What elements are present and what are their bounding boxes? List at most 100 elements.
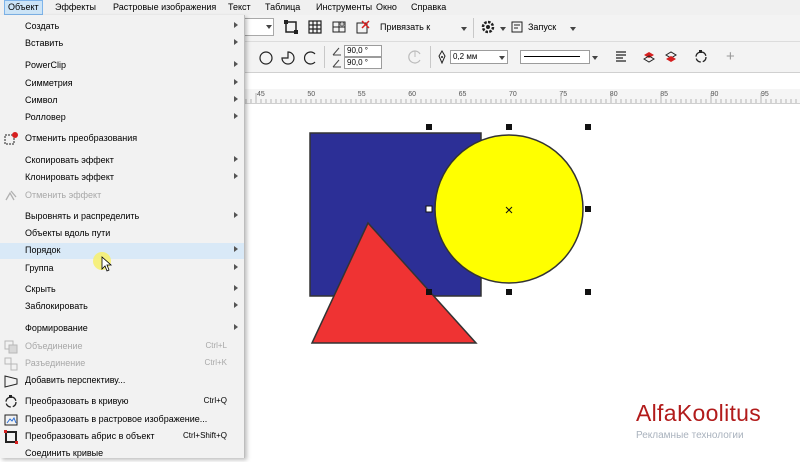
start-angle-input[interactable]: 90,0 °: [344, 45, 382, 57]
watermark-subtitle: Рекламные технологии: [636, 430, 744, 441]
menu-item[interactable]: Симметрия: [0, 76, 244, 92]
grid-icon[interactable]: [308, 20, 322, 34]
arc-icon[interactable]: [302, 50, 318, 66]
menu-item[interactable]: Преобразовать в растровое изображение...: [0, 412, 244, 428]
menubar-item[interactable]: Инструменты: [313, 0, 375, 15]
full-screen-icon[interactable]: [284, 20, 298, 34]
to-front-icon[interactable]: [642, 49, 656, 65]
convert-to-curves-icon[interactable]: [694, 50, 708, 64]
ruler-label: 55: [358, 91, 366, 98]
menu-item-shortcut: Ctrl+K: [204, 358, 227, 367]
menu-item[interactable]: Символ: [0, 93, 244, 109]
menu-item[interactable]: Клонировать эффект: [0, 170, 244, 186]
menu-item[interactable]: Соединить кривые: [0, 446, 244, 462]
chevron-down-icon: [500, 27, 506, 31]
convert-to-bitmap-icon: [4, 413, 18, 427]
menu-item-label: Добавить перспективу...: [25, 375, 126, 385]
menubar-item[interactable]: Текст: [225, 0, 254, 15]
menu-item-label: Группа: [25, 263, 54, 273]
selection-handle: [425, 205, 433, 213]
menubar-item[interactable]: Растровые изображения: [110, 0, 219, 15]
ellipse-icon[interactable]: [258, 50, 274, 66]
gear-icon[interactable]: [480, 19, 496, 35]
menubar-item[interactable]: Эффекты: [52, 0, 99, 15]
launch-dropdown[interactable]: Запуск: [528, 22, 556, 32]
menu-item[interactable]: Вставить: [0, 36, 244, 52]
selection-handle: [585, 206, 591, 212]
menubar-item[interactable]: Окно: [373, 0, 400, 15]
end-angle-input[interactable]: 90,0 °: [344, 57, 382, 69]
menu-item: Объединение Ctrl+L: [0, 339, 244, 355]
ruler-label: 85: [660, 91, 668, 98]
launch-icon[interactable]: [511, 21, 523, 33]
standard-toolbar: Привязать к Запуск: [244, 15, 800, 42]
menu-item-label: Объекты вдоль пути: [25, 228, 111, 238]
submenu-arrow-icon: [234, 285, 238, 291]
break-apart-icon: [4, 357, 18, 371]
menu-item[interactable]: Добавить перспективу...: [0, 373, 244, 389]
menu-item[interactable]: Скрыть: [0, 282, 244, 298]
menu-item[interactable]: Порядок: [0, 243, 244, 259]
menu-item[interactable]: Скопировать эффект: [0, 153, 244, 169]
toolbar-divider: [473, 18, 474, 38]
line-style-preview: [524, 56, 580, 57]
menu-item[interactable]: Преобразовать в кривую Ctrl+Q: [0, 394, 244, 410]
menu-item[interactable]: Группа: [0, 261, 244, 277]
menu-item-label: Отменить преобразования: [25, 133, 138, 143]
outline-to-object-icon: [4, 430, 18, 444]
text-wrap-icon[interactable]: [614, 50, 628, 64]
guidelines-icon[interactable]: [332, 20, 346, 34]
menu-item: Отменить эффект: [0, 188, 244, 204]
menu-item-label: Разъединение: [25, 358, 86, 368]
start-angle-icon: [332, 47, 341, 56]
snap-off-icon[interactable]: [356, 20, 370, 34]
menu-item[interactable]: PowerClip: [0, 58, 244, 74]
menu-item-label: Отменить эффект: [25, 190, 102, 200]
menubar-item[interactable]: Объект: [4, 0, 43, 15]
snap-to-dropdown[interactable]: Привязать к: [380, 22, 430, 32]
selection-handle: [585, 289, 591, 295]
chevron-down-icon: [461, 27, 467, 31]
clear-effect-icon: [4, 189, 18, 203]
object-menu: Создать Вставить PowerClip Симметрия Символ Р…: [0, 15, 245, 458]
menu-item-label: Объединение: [25, 341, 83, 351]
ruler-label: 50: [307, 91, 315, 98]
menu-item[interactable]: Создать: [0, 19, 244, 35]
outline-width-value: 0,2 мм: [453, 52, 478, 61]
submenu-arrow-icon: [234, 96, 238, 102]
submenu-arrow-icon: [234, 173, 238, 179]
to-back-icon[interactable]: [664, 49, 678, 65]
menu-item[interactable]: Ролловер: [0, 110, 244, 126]
menu-item-label: Скрыть: [25, 284, 56, 294]
menubar-item[interactable]: Справка: [408, 0, 449, 15]
add-icon[interactable]: +: [726, 48, 735, 65]
perspective-icon: [4, 374, 18, 388]
menu-item[interactable]: Формирование: [0, 321, 244, 337]
yellow-circle[interactable]: [434, 134, 584, 284]
submenu-arrow-icon: [234, 156, 238, 162]
submenu-arrow-icon: [234, 61, 238, 67]
menubar: Объект Эффекты Растровые изображения Текст Т…: [0, 0, 800, 16]
menu-item-shortcut: Ctrl+Shift+Q: [182, 431, 227, 440]
line-style-combo[interactable]: [520, 50, 590, 64]
menu-item[interactable]: Объекты вдоль пути: [0, 226, 244, 242]
menu-item-label: Выровнять и распределить: [25, 211, 140, 221]
convert-to-curves-icon: [4, 395, 18, 409]
menu-item-label: Преобразовать абрис в объект: [25, 431, 155, 441]
pen-icon: [438, 50, 446, 64]
menu-item[interactable]: Преобразовать абрис в объект Ctrl+Shift+Q: [0, 429, 244, 445]
chevron-down-icon: [592, 56, 598, 60]
menu-item: Разъединение Ctrl+K: [0, 356, 244, 372]
menu-item[interactable]: Отменить преобразования: [0, 131, 244, 147]
ruler-label: 45: [257, 91, 265, 98]
menu-item[interactable]: Заблокировать: [0, 299, 244, 315]
submenu-arrow-icon: [234, 246, 238, 252]
menubar-item[interactable]: Таблица: [262, 0, 303, 15]
pie-icon[interactable]: [280, 50, 296, 66]
menu-item-label: Порядок: [25, 245, 61, 255]
menu-item-label: Соединить кривые: [25, 448, 104, 458]
mouse-pointer-icon: [101, 256, 113, 272]
menu-item[interactable]: Выровнять и распределить: [0, 209, 244, 225]
direction-icon[interactable]: [407, 49, 423, 65]
menu-item-label: Вставить: [25, 38, 64, 48]
